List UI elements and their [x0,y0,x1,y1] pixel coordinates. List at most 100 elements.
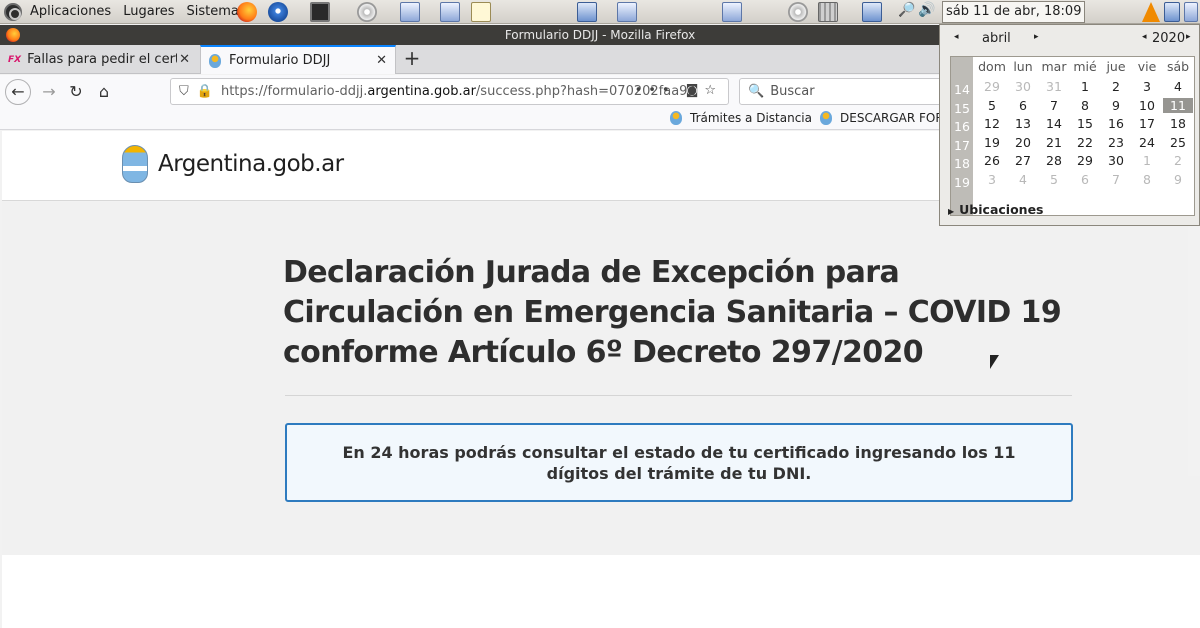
url-actions: ••• ◙☆ [635,83,722,98]
calendar-day[interactable]: 3 [1132,79,1162,94]
calendar-day[interactable]: 5 [1039,172,1069,187]
calendar-day[interactable]: 8 [1132,172,1162,187]
calendar-day[interactable]: 2 [1101,79,1131,94]
magnifier-icon[interactable]: 🔎 [898,2,918,22]
network-tray-icon[interactable] [1164,2,1180,22]
calendar-day[interactable]: 24 [1132,135,1162,150]
calendar-day[interactable]: 18 [1163,116,1193,131]
day-name: lun [1013,59,1033,74]
text-editor-launcher-icon[interactable] [471,2,491,22]
calendar-day[interactable]: 21 [1039,135,1069,150]
menu-lugares[interactable]: Lugares [123,4,174,19]
calendar-day[interactable]: 22 [1070,135,1100,150]
menu-sistema[interactable]: Sistema [187,4,239,19]
terminal-launcher-icon[interactable] [310,2,330,22]
calendar-day[interactable]: 13 [1008,116,1038,131]
calendar-day[interactable]: 6 [1008,98,1038,113]
right-edge-scroll [1188,226,1200,476]
system-monitor-launcher-icon[interactable] [577,2,597,22]
pocket-icon[interactable]: ◙ [686,83,705,98]
calendar-day[interactable]: 29 [1070,153,1100,168]
network-manager-icon[interactable] [862,2,882,22]
calendar-day[interactable]: 2 [1163,153,1193,168]
calendar-day[interactable]: 23 [1101,135,1131,150]
volume-icon[interactable]: 🔊 [918,2,938,22]
calendar-day[interactable]: 4 [1163,79,1193,94]
tab-fallas[interactable]: FX Fallas para pedir el certif ✕ [0,45,198,74]
thunderbird-launcher-icon[interactable] [268,2,288,22]
url-bar[interactable]: ⛉ 🔒 https://formulario-ddjj. argentina.go… [170,78,729,105]
calendar-day[interactable]: 10 [1132,98,1162,113]
reload-button[interactable]: ↻ [63,79,89,105]
tab-formulario-ddjj[interactable]: Formulario DDJJ ✕ [200,45,396,74]
close-tab-icon[interactable]: ✕ [376,53,387,68]
calendar-popup: ◂ abril ▸ ◂ 2020 ▸ dom lun mar mié jue vie sáb… [939,24,1200,226]
calendar-day[interactable]: 6 [1070,172,1100,187]
calendar-day[interactable]: 8 [1070,98,1100,113]
calculator-launcher-icon[interactable] [818,2,838,22]
panel-clock[interactable]: sáb 11 de abr, 18:09 [942,1,1086,23]
search-input[interactable]: 🔍 Buscar [739,78,949,105]
calendar-day[interactable]: 17 [1132,116,1162,131]
screenshot-launcher-icon[interactable] [722,2,742,22]
close-tab-icon[interactable]: ✕ [179,52,190,67]
calendar-day[interactable]: 16 [1101,116,1131,131]
prev-month-icon[interactable]: ◂ [954,32,959,42]
locations-expander[interactable]: ▶ Ubicaciones [948,202,1043,217]
bookmark-descargar[interactable]: DESCARGAR FOR [820,111,944,125]
firefox-launcher-icon[interactable] [237,2,257,22]
next-month-icon[interactable]: ▸ [1034,32,1039,42]
calendar-day[interactable]: 9 [1163,172,1193,187]
disc-launcher-icon[interactable] [357,2,377,22]
calendar-day[interactable]: 30 [1008,79,1038,94]
new-tab-button[interactable]: + [400,45,424,74]
calendar-day[interactable]: 27 [1008,153,1038,168]
calendar-day[interactable]: 14 [1039,116,1069,131]
network-launcher-icon[interactable] [400,2,420,22]
calendar-day[interactable]: 29 [977,79,1007,94]
home-button[interactable]: ⌂ [91,79,117,105]
page-title: Declaración Jurada de Excepción para Cir… [283,255,1062,370]
argentina-logo[interactable]: Argentina.gob.ar [122,145,344,183]
lock-icon[interactable]: 🔒 [197,84,213,99]
prev-year-icon[interactable]: ◂ [1142,32,1147,42]
page-actions-icon[interactable]: ••• [635,83,676,98]
calendar-day[interactable]: 28 [1039,153,1069,168]
week-number: 18 [954,156,970,171]
calendar-day[interactable]: 15 [1070,116,1100,131]
shield-icon[interactable]: ⛉ [179,84,189,99]
ubuntu-logo-icon[interactable] [4,2,22,21]
page-footer-area [2,555,1200,628]
remote-desktop-launcher-icon[interactable] [617,2,637,22]
week-number: 16 [954,119,970,134]
pointer-launcher-icon[interactable] [440,2,460,22]
calendar-day[interactable]: 12 [977,116,1007,131]
menu-aplicaciones[interactable]: Aplicaciones [30,4,111,19]
back-button[interactable]: ← [5,79,31,105]
calendar-day[interactable]: 9 [1101,98,1131,113]
session-tray-icon[interactable] [1184,2,1198,22]
calendar-day[interactable]: 1 [1132,153,1162,168]
search-launcher-icon[interactable] [788,2,808,22]
calendar-day-today[interactable]: 11 [1163,97,1193,113]
calendar-day[interactable]: 25 [1163,135,1193,150]
calendar-day[interactable]: 30 [1101,153,1131,168]
calendar-day[interactable]: 3 [977,172,1007,187]
bookmark-star-icon[interactable]: ☆ [704,83,722,98]
vlc-icon[interactable] [1142,2,1160,22]
calendar-day[interactable]: 20 [1008,135,1038,150]
bookmark-tramites[interactable]: Trámites a Distancia [670,111,812,125]
argentina-favicon-icon [820,111,832,125]
calendar-day[interactable]: 1 [1070,79,1100,94]
day-name: mar [1041,59,1067,74]
calendar-day[interactable]: 31 [1039,79,1069,94]
calendar-day[interactable]: 26 [977,153,1007,168]
forward-button[interactable]: → [36,79,62,105]
calendar-day[interactable]: 4 [1008,172,1038,187]
next-year-icon[interactable]: ▸ [1186,32,1191,42]
calendar-day[interactable]: 19 [977,135,1007,150]
calendar-day[interactable]: 7 [1101,172,1131,187]
calendar-header: ◂ abril ▸ ◂ 2020 ▸ [940,29,1200,51]
calendar-day[interactable]: 7 [1039,98,1069,113]
calendar-day[interactable]: 5 [977,98,1007,113]
